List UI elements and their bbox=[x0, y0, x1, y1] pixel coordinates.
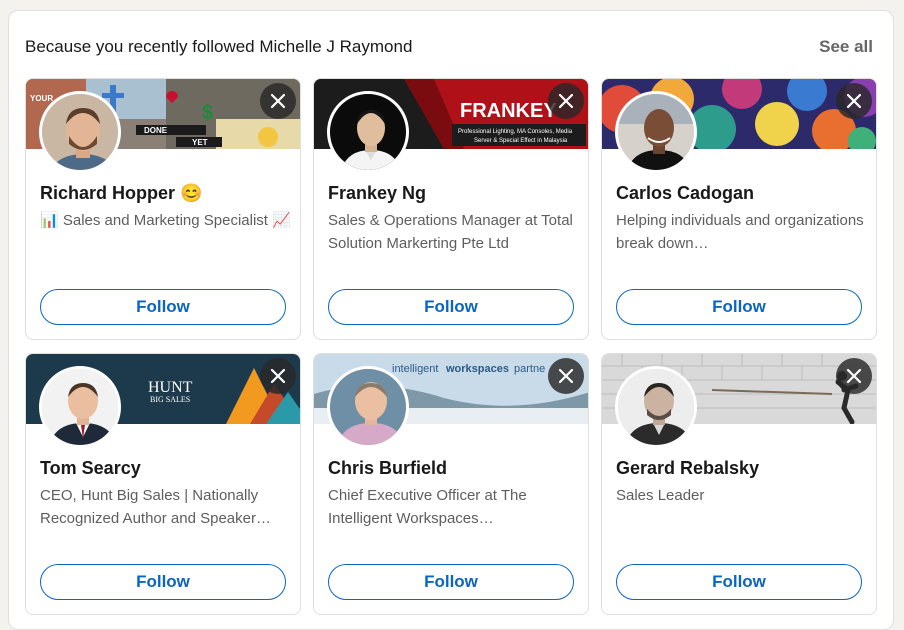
dismiss-button[interactable] bbox=[548, 358, 584, 394]
banner-text: YET bbox=[192, 138, 208, 147]
profile-name[interactable]: Richard Hopper 😊 bbox=[40, 183, 202, 204]
close-icon bbox=[558, 93, 574, 109]
banner-text: DONE bbox=[144, 126, 168, 135]
banner-text: Professional Lighting, MA Consoles, Medi… bbox=[458, 129, 573, 135]
profile-name[interactable]: Gerard Rebalsky bbox=[616, 458, 759, 479]
banner-text: partne bbox=[514, 363, 545, 375]
profile-card: FRANKEY Professional Lighting, MA Consol… bbox=[313, 78, 589, 340]
profile-name[interactable]: Chris Burfield bbox=[328, 458, 447, 479]
follow-button[interactable]: Follow bbox=[616, 564, 862, 600]
banner-text: YOUR bbox=[30, 94, 53, 103]
dismiss-button[interactable] bbox=[260, 83, 296, 119]
banner-text: intelligent bbox=[392, 363, 438, 375]
dismiss-button[interactable] bbox=[260, 358, 296, 394]
profile-headline: Helping individuals and organizations br… bbox=[616, 212, 864, 252]
avatar[interactable] bbox=[39, 366, 121, 448]
panel-header: Because you recently followed Michelle J… bbox=[25, 37, 873, 59]
close-icon bbox=[846, 93, 862, 109]
suggestions-panel: Because you recently followed Michelle J… bbox=[8, 10, 894, 630]
avatar[interactable] bbox=[327, 366, 409, 448]
profile-card: $ YOUR DONE YET Richard Hopper 😊 📊 Sales… bbox=[25, 78, 301, 340]
banner-text: Server & Special Effect in Malaysia bbox=[474, 138, 568, 144]
avatar[interactable] bbox=[327, 91, 409, 173]
follow-button[interactable]: Follow bbox=[40, 564, 286, 600]
avatar[interactable] bbox=[615, 91, 697, 173]
profile-card: HUNT BIG SALES Tom Searcy CEO, Hunt Big … bbox=[25, 353, 301, 615]
follow-button[interactable]: Follow bbox=[328, 289, 574, 325]
banner-text: workspaces bbox=[445, 363, 509, 375]
close-icon bbox=[846, 368, 862, 384]
follow-button[interactable]: Follow bbox=[40, 289, 286, 325]
avatar[interactable] bbox=[615, 366, 697, 448]
profile-name[interactable]: Carlos Cadogan bbox=[616, 183, 754, 204]
see-all-link[interactable]: See all bbox=[819, 37, 873, 57]
profile-name[interactable]: Frankey Ng bbox=[328, 183, 426, 204]
profile-headline: CEO, Hunt Big Sales | Nationally Recogni… bbox=[40, 487, 271, 527]
banner-text: FRANKEY bbox=[460, 100, 557, 122]
profile-headline: 📊 Sales and Marketing Specialist 📈 bbox=[40, 212, 291, 229]
profile-headline: Chief Executive Officer at The Intellige… bbox=[328, 487, 527, 527]
follow-button[interactable]: Follow bbox=[328, 564, 574, 600]
svg-text:$: $ bbox=[202, 102, 213, 124]
profile-card: Carlos Cadogan Helping individuals and o… bbox=[601, 78, 877, 340]
panel-title: Because you recently followed Michelle J… bbox=[25, 37, 413, 56]
avatar[interactable] bbox=[39, 91, 121, 173]
profile-headline: Sales Leader bbox=[616, 487, 705, 504]
dismiss-button[interactable] bbox=[836, 358, 872, 394]
banner-text: BIG SALES bbox=[150, 395, 190, 404]
follow-button[interactable]: Follow bbox=[616, 289, 862, 325]
banner-text: HUNT bbox=[148, 379, 193, 396]
profile-card: intelligent workspaces partne Chris Burf… bbox=[313, 353, 589, 615]
profile-card: Gerard Rebalsky Sales Leader Follow bbox=[601, 353, 877, 615]
dismiss-button[interactable] bbox=[836, 83, 872, 119]
profile-headline: Sales & Operations Manager at Total Solu… bbox=[328, 212, 573, 252]
close-icon bbox=[558, 368, 574, 384]
dismiss-button[interactable] bbox=[548, 83, 584, 119]
close-icon bbox=[270, 93, 286, 109]
close-icon bbox=[270, 368, 286, 384]
profile-name[interactable]: Tom Searcy bbox=[40, 458, 141, 479]
